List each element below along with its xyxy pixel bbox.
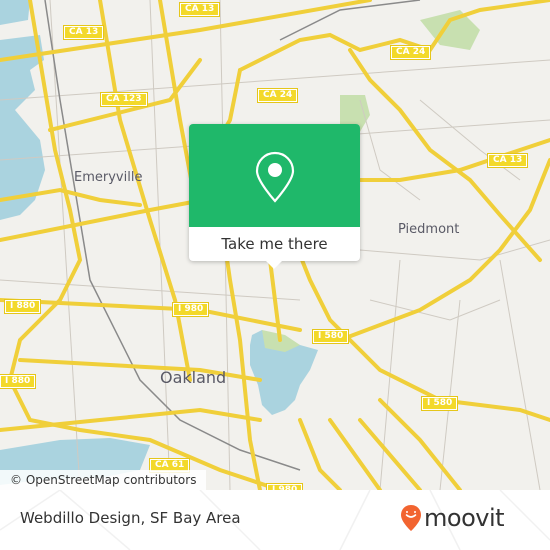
road-shield: CA 24: [389, 45, 432, 60]
bay-water-north: [0, 0, 30, 25]
road-shield: CA 13: [486, 153, 529, 168]
place-label-piedmont: Piedmont: [398, 222, 460, 237]
road-shield: I 880: [3, 299, 42, 314]
map-attribution[interactable]: © OpenStreetMap contributors: [0, 470, 207, 490]
road-shield: I 980: [171, 302, 210, 317]
map-pin-icon: [255, 151, 295, 203]
location-title: Webdillo Design, SF Bay Area: [20, 509, 241, 527]
road-shield: I 580: [311, 329, 350, 344]
take-me-there-button[interactable]: Take me there: [189, 227, 360, 261]
location-popup: Take me there: [189, 124, 360, 269]
popup-tail: [266, 261, 282, 269]
popup-header: [189, 124, 360, 227]
brand-name: moovit: [424, 504, 505, 532]
moovit-pin-icon: [401, 505, 421, 531]
place-label-oakland: Oakland: [160, 368, 227, 387]
footer: Webdillo Design, SF Bay Area moovit: [0, 490, 550, 550]
road-shield: I 580: [420, 396, 459, 411]
road-shield: CA 13: [178, 2, 221, 17]
map[interactable]: CA 13 CA 13 CA 123 CA 24 CA 24 CA 13 I 8…: [0, 0, 550, 490]
road-shield: CA 13: [62, 25, 105, 40]
road-shield: I 880: [0, 374, 37, 389]
place-label-emeryville: Emeryville: [74, 170, 143, 185]
moovit-logo[interactable]: moovit: [400, 504, 505, 532]
road-shield: CA 123: [100, 92, 148, 107]
road-shield: CA 24: [256, 88, 299, 103]
park: [420, 10, 480, 50]
railway: [279, 0, 421, 41]
